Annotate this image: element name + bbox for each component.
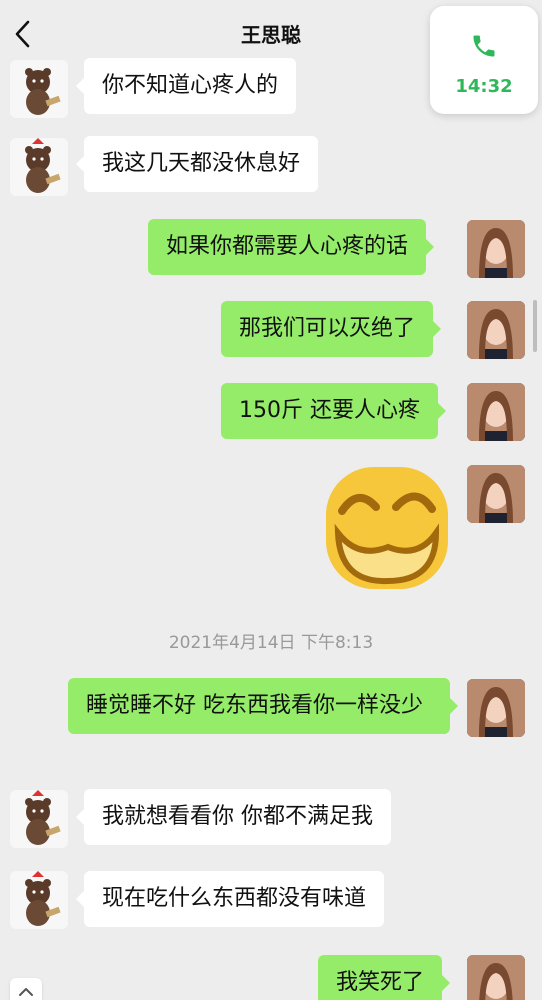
call-duration: 14:32 [455, 76, 513, 97]
avatar-contact[interactable] [10, 60, 68, 118]
chat-timestamp: 2021年4月14日 下午8:13 [168, 633, 374, 653]
avatar-contact[interactable] [10, 790, 68, 848]
laughing-face-sticker-icon [326, 467, 448, 589]
girl-avatar-icon [467, 383, 525, 441]
message-bubble[interactable]: 睡觉睡不好 吃东西我看你一样没少 [68, 678, 458, 734]
message-bubble[interactable]: 现在吃什么东西都没有味道 [75, 871, 385, 927]
girl-avatar-icon [467, 955, 525, 1000]
girl-avatar-icon [467, 679, 525, 737]
message-bubble[interactable]: 我这几天都没休息好 [75, 136, 319, 192]
girl-avatar-icon [467, 465, 525, 523]
chevron-up-icon [19, 988, 33, 996]
avatar-self[interactable] [467, 679, 525, 737]
bear-avatar-icon [25, 68, 61, 115]
message-bubble[interactable]: 150斤 还要人心疼 [221, 383, 446, 439]
bear-avatar-icon [25, 790, 61, 845]
message-bubble[interactable]: 如果你都需要人心疼的话 [148, 219, 435, 275]
message-bubble[interactable]: 我就想看看你 你都不满足我 [76, 789, 391, 845]
avatar-self[interactable] [467, 301, 525, 359]
message-bubble[interactable]: 那我们可以灭绝了 [221, 301, 442, 357]
bear-avatar-icon [25, 138, 61, 193]
message-bubble[interactable]: 我笑死了 [318, 955, 451, 1000]
avatar-self[interactable] [467, 383, 525, 441]
call-floating-window[interactable]: 14:32 [430, 6, 538, 114]
avatar-self[interactable] [467, 955, 525, 1000]
avatar-self[interactable] [467, 465, 525, 523]
emoji-sticker[interactable] [322, 463, 452, 593]
girl-avatar-icon [467, 220, 525, 278]
avatar-contact[interactable] [10, 871, 68, 929]
girl-avatar-icon [467, 301, 525, 359]
bear-avatar-icon [25, 871, 61, 926]
phone-icon [473, 35, 495, 57]
scroll-up-button[interactable] [10, 978, 42, 1000]
scrollbar[interactable] [533, 300, 537, 352]
avatar-self[interactable] [467, 220, 525, 278]
message-bubble[interactable]: 你不知道心疼人的 [75, 58, 297, 114]
avatar-contact[interactable] [10, 138, 68, 196]
